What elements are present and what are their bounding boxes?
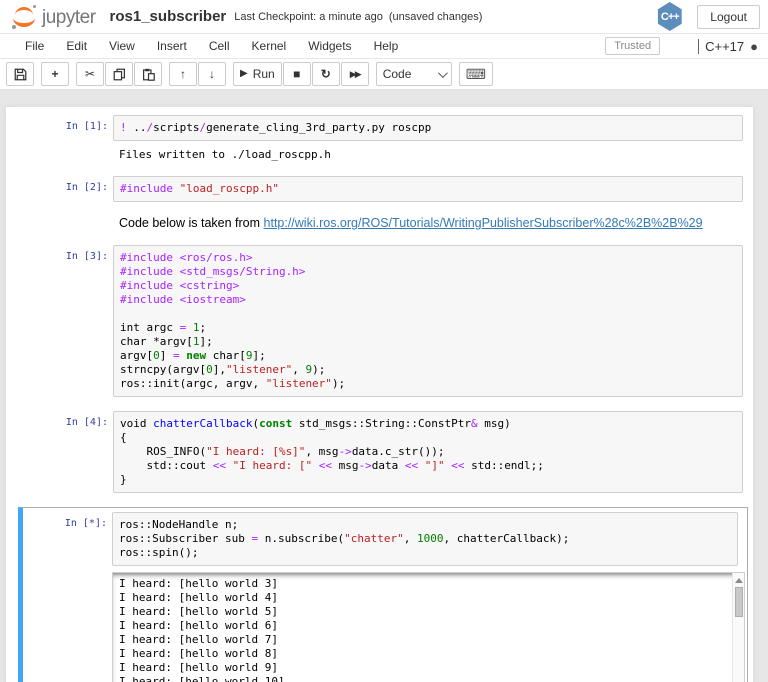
restart-icon: ↻ bbox=[321, 68, 331, 80]
arrow-up-icon: ↑ bbox=[180, 68, 186, 80]
menu-kernel[interactable]: Kernel bbox=[241, 35, 298, 57]
output-text: I heard: [hello world 3] I heard: [hello… bbox=[113, 573, 744, 682]
unsaved-changes-label: (unsaved changes) bbox=[389, 11, 483, 23]
notebook-page: In [1]: ! ../scripts/generate_cling_3rd_p… bbox=[0, 90, 768, 682]
run-label: Run bbox=[253, 67, 275, 81]
add-cell-button[interactable]: + bbox=[41, 62, 69, 86]
code-editor[interactable]: void chatterCallback(const std_msgs::Str… bbox=[113, 411, 743, 493]
notebook-header: jupyter ros1_subscriber Last Checkpoint:… bbox=[0, 0, 768, 33]
menu-file[interactable]: File bbox=[14, 35, 55, 57]
notebook-container: In [1]: ! ../scripts/generate_cling_3rd_p… bbox=[5, 106, 754, 682]
paste-cell-button[interactable] bbox=[134, 62, 162, 86]
copy-icon bbox=[113, 68, 126, 81]
output-area: I heard: [hello world 3] I heard: [hello… bbox=[23, 572, 747, 682]
menu-widgets[interactable]: Widgets bbox=[297, 35, 362, 57]
code-text: ! ../scripts/generate_cling_3rd_party.py… bbox=[120, 121, 738, 135]
chevron-down-icon bbox=[438, 68, 448, 78]
notebook-cells: In [1]: ! ../scripts/generate_cling_3rd_p… bbox=[6, 115, 753, 682]
input-prompt: In [*]: bbox=[23, 512, 112, 566]
input-prompt: In [4]: bbox=[6, 411, 113, 493]
output-area: Files written to ./load_roscpp.h bbox=[6, 148, 753, 162]
input-area: In [2]: #include "load_roscpp.h" bbox=[6, 176, 753, 202]
output-scrollbar[interactable] bbox=[732, 573, 744, 682]
markdown-row: Code below is taken from http://wiki.ros… bbox=[6, 216, 753, 231]
code-cell: In [4]:void chatterCallback(const std_ms… bbox=[6, 411, 753, 493]
kernel-busy-indicator-icon: ● bbox=[750, 40, 758, 53]
markdown-link[interactable]: http://wiki.ros.org/ROS/Tutorials/Writin… bbox=[264, 216, 703, 230]
input-prompt: In [3]: bbox=[6, 245, 113, 397]
code-text: #include "load_roscpp.h" bbox=[120, 182, 738, 196]
move-cell-up-button[interactable]: ↑ bbox=[169, 62, 197, 86]
restart-run-all-button[interactable]: ▶▶ bbox=[341, 62, 369, 86]
play-icon: ▶ bbox=[240, 69, 248, 79]
interrupt-kernel-button[interactable]: ■ bbox=[283, 62, 311, 86]
code-cell: In [1]: ! ../scripts/generate_cling_3rd_p… bbox=[6, 115, 753, 162]
cpp-kernel-logo-icon: C++ bbox=[656, 2, 683, 31]
trusted-badge[interactable]: Trusted bbox=[605, 37, 660, 55]
code-text: #include <ros/ros.h> #include <std_msgs/… bbox=[120, 251, 738, 391]
command-palette-button[interactable]: ⌨ bbox=[459, 62, 493, 86]
fast-forward-icon: ▶▶ bbox=[350, 69, 360, 80]
menu-insert[interactable]: Insert bbox=[146, 35, 198, 57]
keyboard-icon: ⌨ bbox=[466, 67, 486, 81]
code-text: ros::NodeHandle n; ros::Subscriber sub =… bbox=[119, 518, 733, 560]
input-area: In [4]:void chatterCallback(const std_ms… bbox=[6, 411, 753, 493]
toolbar: + ✂ ↑ ↓ ▶ Run ■ ↻ ▶▶ Code bbox=[0, 59, 768, 90]
input-area: In [3]:#include <ros/ros.h> #include <st… bbox=[6, 245, 753, 397]
jupyter-logo-icon bbox=[12, 4, 38, 30]
jupyter-logo[interactable]: jupyter bbox=[12, 4, 96, 30]
menu-help[interactable]: Help bbox=[363, 35, 410, 57]
markdown-body: Code below is taken from http://wiki.ros… bbox=[113, 216, 743, 231]
code-editor[interactable]: #include <ros/ros.h> #include <std_msgs/… bbox=[113, 245, 743, 397]
menu-view[interactable]: View bbox=[98, 35, 146, 57]
restart-kernel-button[interactable]: ↻ bbox=[312, 62, 340, 86]
code-editor[interactable]: ros::NodeHandle n; ros::Subscriber sub =… bbox=[112, 512, 738, 566]
code-text: void chatterCallback(const std_msgs::Str… bbox=[120, 417, 738, 487]
code-cell: In [3]:#include <ros/ros.h> #include <st… bbox=[6, 245, 753, 397]
scrollbar-up-arrow-icon[interactable] bbox=[735, 578, 743, 583]
input-prompt: In [2]: bbox=[6, 176, 113, 202]
kernel-separator bbox=[698, 39, 699, 54]
move-cell-down-button[interactable]: ↓ bbox=[198, 62, 226, 86]
cell-type-value: Code bbox=[383, 67, 412, 81]
logout-button[interactable]: Logout bbox=[697, 5, 760, 29]
arrow-down-icon: ↓ bbox=[209, 68, 215, 80]
copy-cell-button[interactable] bbox=[105, 62, 133, 86]
input-area: In [1]: ! ../scripts/generate_cling_3rd_p… bbox=[6, 115, 753, 141]
code-cell: In [2]: #include "load_roscpp.h" bbox=[6, 176, 753, 202]
kernel-name-label: C++17 bbox=[705, 39, 744, 54]
scrollbar-thumb[interactable] bbox=[735, 587, 743, 617]
save-button[interactable] bbox=[6, 62, 34, 86]
code-editor[interactable]: ! ../scripts/generate_cling_3rd_party.py… bbox=[113, 115, 743, 141]
output-body: Files written to ./load_roscpp.h bbox=[113, 148, 743, 162]
markdown-prompt-spacer bbox=[6, 216, 113, 231]
input-prompt: In [1]: bbox=[6, 115, 113, 141]
menu-edit[interactable]: Edit bbox=[55, 35, 98, 57]
save-icon bbox=[14, 68, 27, 81]
output-prompt-spacer bbox=[6, 148, 113, 162]
scrolled-output[interactable]: I heard: [hello world 3] I heard: [hello… bbox=[112, 572, 745, 682]
input-area: In [*]:ros::NodeHandle n; ros::Subscribe… bbox=[23, 512, 747, 566]
code-editor[interactable]: #include "load_roscpp.h" bbox=[113, 176, 743, 202]
plus-icon: + bbox=[51, 68, 58, 80]
run-button[interactable]: ▶ Run bbox=[233, 62, 282, 86]
code-cell-selected: In [*]:ros::NodeHandle n; ros::Subscribe… bbox=[18, 507, 748, 682]
cut-cell-button[interactable]: ✂ bbox=[76, 62, 104, 86]
jupyter-logo-text: jupyter bbox=[42, 6, 96, 30]
notebook-title[interactable]: ros1_subscriber bbox=[110, 8, 227, 25]
stop-icon: ■ bbox=[293, 68, 300, 80]
paste-icon bbox=[142, 68, 155, 81]
scissors-icon: ✂ bbox=[85, 68, 95, 80]
output-text: Files written to ./load_roscpp.h bbox=[119, 148, 743, 162]
cell-type-select[interactable]: Code bbox=[376, 62, 452, 86]
markdown-cell[interactable]: Code below is taken from http://wiki.ros… bbox=[6, 216, 753, 231]
checkpoint-status: Last Checkpoint: a minute ago(unsaved ch… bbox=[234, 11, 482, 23]
output-prompt-spacer bbox=[23, 572, 112, 682]
menu-bar: File Edit View Insert Cell Kernel Widget… bbox=[0, 33, 768, 59]
menu-cell[interactable]: Cell bbox=[198, 35, 241, 57]
